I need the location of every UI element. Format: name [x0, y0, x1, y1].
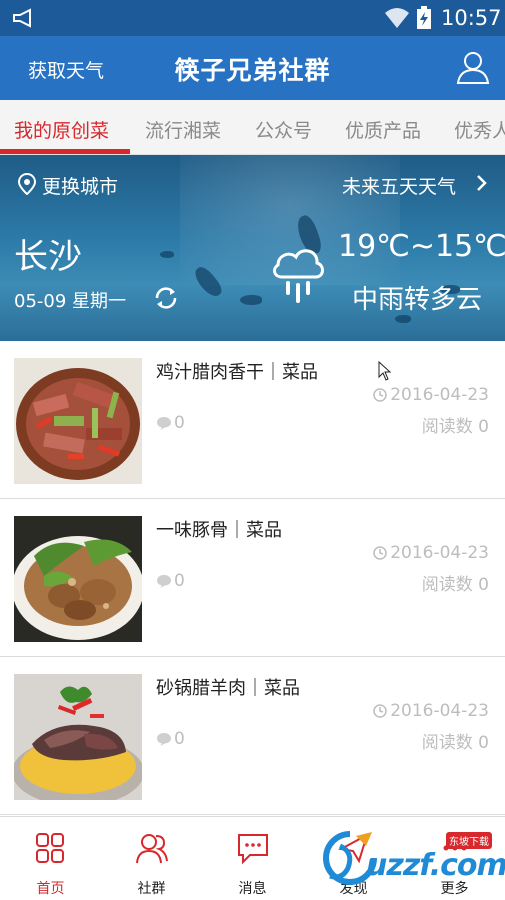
weather-condition: 中雨转多云	[352, 285, 483, 315]
article-title: 鸡汁腊肉香干｜菜品	[156, 362, 318, 383]
five-day-forecast-link[interactable]: 未来五天天气	[342, 172, 456, 199]
tab-official-accounts[interactable]: 公众号	[255, 116, 312, 143]
fish-decoration	[395, 315, 411, 323]
location-pin-icon	[18, 173, 36, 195]
page-title: 筷子兄弟社群	[174, 56, 331, 85]
temperature-range: 19℃~15℃	[338, 229, 505, 264]
active-tab-indicator	[0, 149, 130, 154]
nav-messages-label: 消息	[238, 881, 267, 897]
nav-community-label: 社群	[137, 881, 166, 897]
article-date: 2016-04-23	[373, 543, 489, 563]
read-count: 阅读数 0	[421, 575, 489, 595]
city-name: 长沙	[14, 237, 82, 277]
category-tabs: 我的原创菜 流行湘菜 公众号 优质产品 优秀人	[0, 100, 505, 155]
comment-count: 0	[156, 413, 185, 433]
user-profile-icon[interactable]	[456, 49, 490, 85]
status-bar: 10:57	[0, 0, 505, 36]
weather-banner: 更换城市 未来五天天气 长沙 05-09 星期一 19℃~15℃ 中雨转多云	[0, 155, 505, 341]
comment-count: 0	[156, 729, 185, 749]
nav-home-label: 首页	[36, 881, 65, 897]
community-icon	[136, 834, 168, 864]
tab-original-dishes[interactable]: 我的原创菜	[14, 116, 109, 143]
mouse-cursor-icon	[378, 361, 392, 381]
comment-icon	[157, 417, 171, 430]
dish-photo	[14, 358, 142, 484]
dish-photo	[14, 674, 142, 800]
list-item[interactable]: 一味豚骨｜菜品 2016-04-23 0 阅读数 0	[0, 499, 505, 657]
comment-icon	[157, 575, 171, 588]
site-watermark: uzzf.com 东坡下载	[318, 826, 505, 890]
list-item[interactable]: 砂锅腊羊肉｜菜品 2016-04-23 0 阅读数 0	[0, 657, 505, 815]
clock-icon	[373, 388, 387, 402]
megaphone-icon	[13, 8, 31, 28]
article-title: 砂锅腊羊肉｜菜品	[156, 678, 300, 699]
article-title: 一味豚骨｜菜品	[156, 520, 282, 541]
nav-home[interactable]: 首页	[0, 817, 101, 900]
refresh-icon[interactable]	[152, 285, 180, 311]
read-count: 阅读数 0	[421, 733, 489, 753]
article-date: 2016-04-23	[373, 701, 489, 721]
watermark-text: uzzf.com	[366, 848, 505, 883]
tab-quality-products[interactable]: 优质产品	[345, 116, 421, 143]
list-item[interactable]: 鸡汁腊肉香干｜菜品 2016-04-23 0 阅读数 0	[0, 341, 505, 499]
dish-photo	[14, 516, 142, 642]
article-date: 2016-04-23	[373, 385, 489, 405]
watermark-badge: 东坡下载	[446, 832, 492, 849]
comment-icon	[157, 733, 171, 746]
rain-cloud-icon	[273, 249, 324, 303]
comment-count: 0	[156, 571, 185, 591]
battery-charging-icon	[417, 6, 431, 29]
clock-icon	[373, 704, 387, 718]
message-icon	[238, 834, 268, 865]
nav-community[interactable]: 社群	[101, 817, 202, 900]
chevron-right-icon	[477, 175, 487, 191]
fish-decoration	[160, 251, 174, 258]
read-count: 阅读数 0	[421, 417, 489, 437]
nav-messages[interactable]: 消息	[202, 817, 303, 900]
clock: 10:57	[441, 6, 502, 30]
tab-popular-hunan[interactable]: 流行湘菜	[145, 116, 221, 143]
change-city-label: 更换城市	[42, 176, 119, 198]
app-header: 获取天气 筷子兄弟社群	[0, 36, 505, 100]
wifi-icon	[385, 8, 409, 28]
weather-date: 05-09 星期一	[14, 291, 127, 312]
home-grid-icon	[36, 833, 64, 863]
tab-excellent[interactable]: 优秀人	[454, 116, 505, 143]
clock-icon	[373, 546, 387, 560]
fish-decoration	[240, 295, 262, 305]
